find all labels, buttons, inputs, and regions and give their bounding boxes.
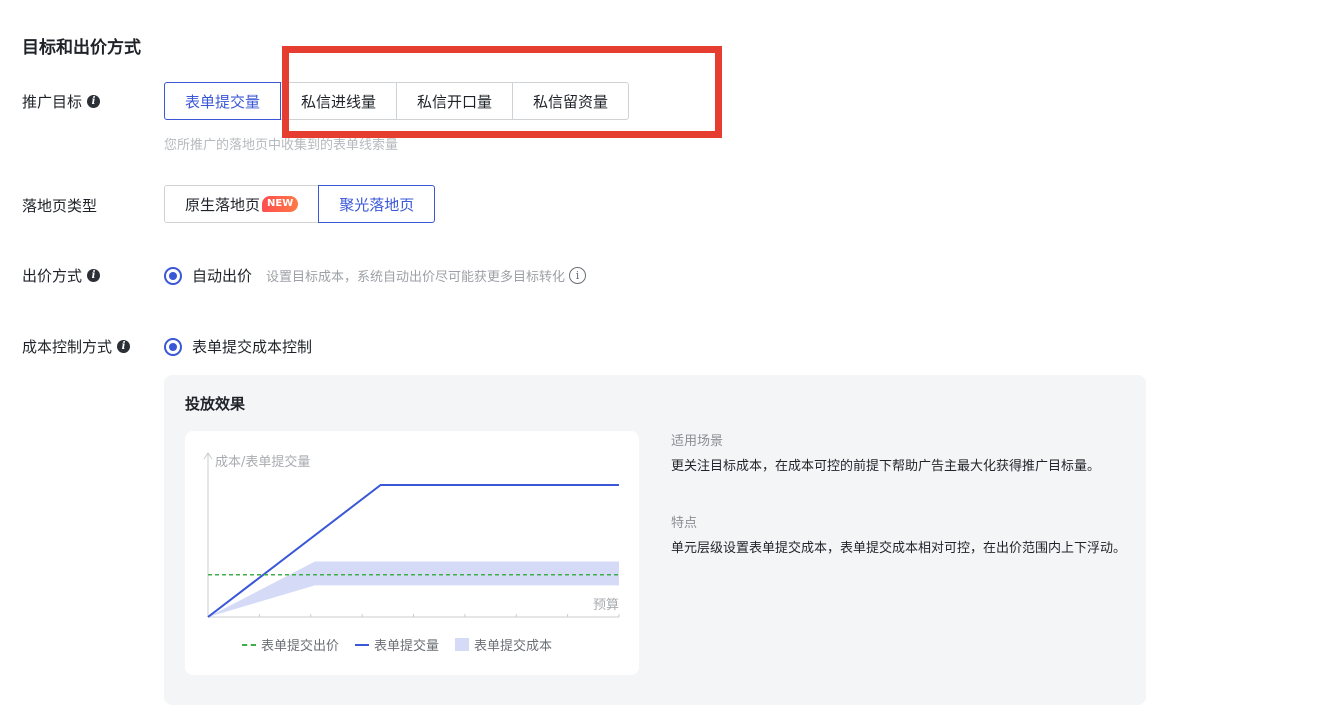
legend-item-cost: 表单提交成本 bbox=[455, 635, 552, 654]
bid-method-option[interactable]: 自动出价 bbox=[192, 265, 252, 286]
scene-text: 更关注目标成本，在成本可控的前提下帮助广告主最大化获得推广目标量。 bbox=[671, 459, 1101, 474]
legend-dash-icon bbox=[242, 643, 256, 646]
promo-goal-dm-inbound[interactable]: 私信进线量 bbox=[280, 82, 398, 120]
info-icon[interactable]: i bbox=[87, 269, 101, 282]
cost-control-option[interactable]: 表单提交成本控制 bbox=[192, 336, 312, 357]
cost-control-label-text: 成本控制方式 bbox=[22, 338, 113, 356]
effect-chart: 成本/表单提交量 预算 表单提交出价 表单提交量 表单提交成本 bbox=[185, 431, 639, 675]
landing-type-selector: 原生落地页 NEW 聚光落地页 bbox=[164, 185, 436, 223]
legend-item-bid: 表单提交出价 bbox=[242, 635, 339, 654]
bid-method-label: 出价方式 i bbox=[22, 265, 101, 286]
cost-control-label: 成本控制方式 i bbox=[22, 336, 131, 357]
chart-legend: 表单提交出价 表单提交量 表单提交成本 bbox=[242, 635, 552, 654]
landing-type-native-label: 原生落地页 bbox=[185, 195, 261, 214]
promo-goal-label: 推广目标 i bbox=[22, 91, 101, 112]
x-axis-label: 预算 bbox=[593, 598, 619, 613]
info-circle-icon[interactable]: i bbox=[569, 267, 587, 284]
section-title: 目标和出价方式 bbox=[22, 38, 141, 58]
feature-text: 单元层级设置表单提交成本，表单提交成本相对可控，在出价范围内上下浮动。 bbox=[671, 541, 1127, 556]
scene-block: 适用场景 更关注目标成本，在成本可控的前提下帮助广告主最大化获得推广目标量。 bbox=[671, 430, 1126, 478]
bid-method-desc: 设置目标成本，系统自动出价尽可能获更多目标转化 i bbox=[266, 266, 587, 285]
bid-method-radio[interactable]: 自动出价 设置目标成本，系统自动出价尽可能获更多目标转化 i bbox=[164, 265, 587, 286]
feature-block: 特点 单元层级设置表单提交成本，表单提交成本相对可控，在出价范围内上下浮动。 bbox=[671, 512, 1126, 560]
info-icon[interactable]: i bbox=[87, 95, 101, 108]
promo-goal-label-text: 推广目标 bbox=[22, 93, 83, 111]
landing-type-native[interactable]: 原生落地页 NEW bbox=[164, 185, 320, 223]
promo-goal-dm-open[interactable]: 私信开口量 bbox=[396, 82, 514, 120]
legend-label: 表单提交出价 bbox=[261, 639, 340, 654]
cost-control-radio[interactable]: 表单提交成本控制 bbox=[164, 336, 312, 357]
landing-type-label-text: 落地页类型 bbox=[22, 197, 98, 215]
promo-goal-hint: 您所推广的落地页中收集到的表单线索量 bbox=[164, 138, 399, 153]
radio-checked-icon[interactable] bbox=[164, 337, 182, 356]
legend-area-icon bbox=[455, 638, 470, 651]
scene-head: 适用场景 bbox=[671, 434, 724, 449]
bid-method-label-text: 出价方式 bbox=[22, 267, 83, 285]
promo-goal-form-submit[interactable]: 表单提交量 bbox=[164, 82, 282, 120]
landing-type-juguang[interactable]: 聚光落地页 bbox=[318, 185, 436, 223]
info-icon[interactable]: i bbox=[117, 340, 131, 353]
promo-goal-selector: 表单提交量 私信进线量 私信开口量 私信留资量 bbox=[164, 82, 630, 120]
radio-checked-icon[interactable] bbox=[164, 266, 182, 285]
legend-label: 表单提交量 bbox=[374, 639, 440, 654]
effect-title: 投放效果 bbox=[185, 395, 246, 413]
effect-panel: 投放效果 成本/表单提交量 预算 表单提交出价 表单提交量 表单提交成本 适用场… bbox=[164, 375, 1146, 705]
promo-goal-dm-lead[interactable]: 私信留资量 bbox=[512, 82, 630, 120]
y-axis-label: 成本/表单提交量 bbox=[215, 454, 310, 470]
landing-type-label: 落地页类型 bbox=[22, 195, 97, 216]
legend-line-icon bbox=[355, 643, 370, 646]
bid-method-desc-text: 设置目标成本，系统自动出价尽可能获更多目标转化 bbox=[266, 270, 566, 285]
legend-item-volume: 表单提交量 bbox=[355, 635, 439, 654]
feature-head: 特点 bbox=[671, 516, 698, 531]
legend-label: 表单提交成本 bbox=[474, 639, 553, 654]
new-badge: NEW bbox=[262, 196, 299, 212]
